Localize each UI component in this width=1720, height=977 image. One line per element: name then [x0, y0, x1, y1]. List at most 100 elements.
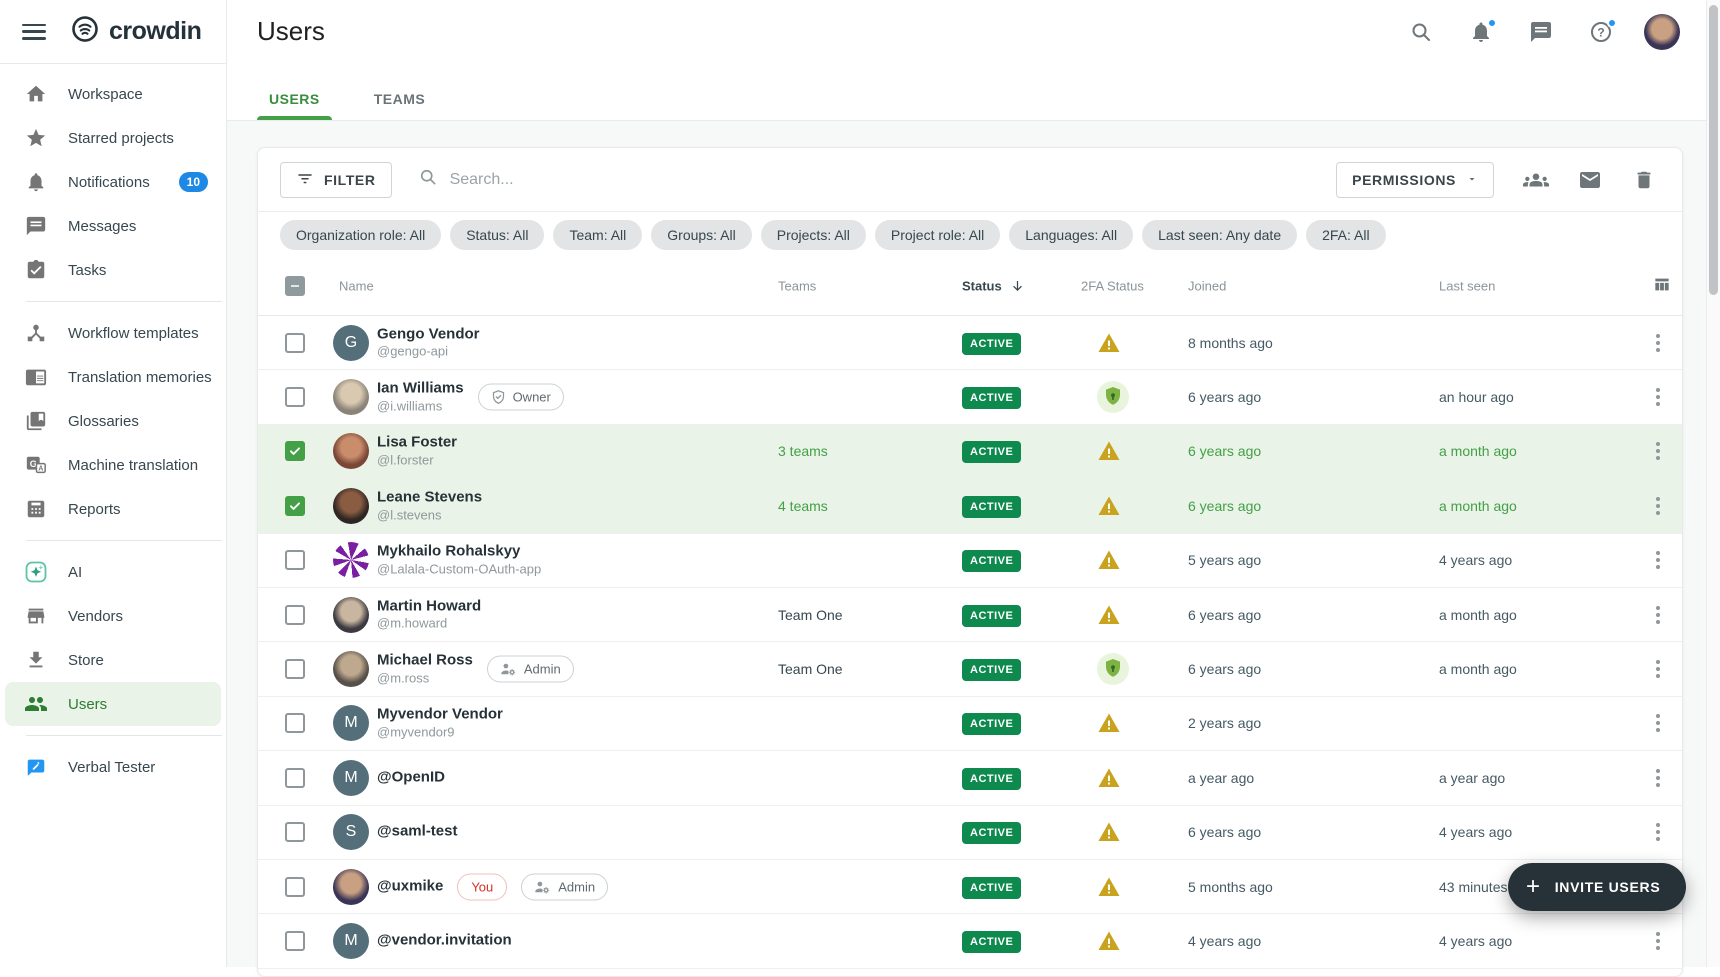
row-menu-icon[interactable] — [1652, 330, 1664, 356]
search-input[interactable] — [450, 171, 870, 189]
row-checkbox[interactable] — [285, 659, 305, 679]
column-header-2fa[interactable]: 2FA Status — [1081, 279, 1144, 294]
table-row[interactable]: Ian Williams@i.williamsOwnerACTIVE6 year… — [258, 370, 1682, 424]
user-name[interactable]: Michael Ross — [377, 652, 473, 671]
row-checkbox[interactable] — [285, 387, 305, 407]
filter-button[interactable]: FILTER — [280, 162, 392, 198]
help-icon[interactable]: ? — [1584, 15, 1618, 49]
messages-icon[interactable] — [1524, 15, 1558, 49]
sidebar-item-reports[interactable]: Reports — [0, 487, 226, 531]
row-menu-icon[interactable] — [1652, 493, 1664, 519]
table-row[interactable]: M@OpenIDACTIVEa year agoa year ago — [258, 751, 1682, 805]
sidebar-item-glossaries[interactable]: Glossaries — [0, 399, 226, 443]
user-name[interactable]: Mykhailo Rohalskyy — [377, 543, 541, 562]
row-checkbox[interactable] — [285, 550, 305, 570]
row-checkbox[interactable] — [285, 768, 305, 788]
user-name[interactable]: @vendor.invitation — [377, 932, 512, 951]
sidebar-item-starred-projects[interactable]: Starred projects — [0, 116, 226, 160]
table-row[interactable]: Mykhailo Rohalskyy@Lalala-Custom-OAuth-a… — [258, 534, 1682, 588]
row-menu-icon[interactable] — [1652, 765, 1664, 791]
table-row[interactable]: Leane Stevens@l.stevens4 teamsACTIVE6 ye… — [258, 479, 1682, 533]
table-row[interactable]: Lisa Foster@l.forster3 teamsACTIVE6 year… — [258, 425, 1682, 479]
scrollbar-thumb[interactable] — [1709, 5, 1718, 295]
select-all-checkbox[interactable] — [285, 276, 305, 296]
filter-chip-last-seen[interactable]: Last seen: Any date — [1142, 220, 1297, 250]
teams-link[interactable]: 3 teams — [778, 443, 828, 459]
column-header-teams[interactable]: Teams — [778, 279, 816, 294]
teams-link[interactable]: Team One — [778, 661, 843, 677]
user-name[interactable]: Gengo Vendor — [377, 325, 480, 344]
sidebar-item-store[interactable]: Store — [0, 638, 226, 682]
row-menu-icon[interactable] — [1652, 928, 1664, 954]
column-settings-icon[interactable] — [1652, 275, 1672, 298]
user-name[interactable]: Lisa Foster — [377, 434, 457, 453]
column-header-name[interactable]: Name — [339, 279, 374, 294]
filter-chip-2fa[interactable]: 2FA: All — [1306, 220, 1385, 250]
row-checkbox[interactable] — [285, 605, 305, 625]
search-icon[interactable] — [1404, 15, 1438, 49]
crowdin-logo[interactable]: crowdin — [70, 14, 201, 49]
user-name[interactable]: Martin Howard — [377, 597, 481, 616]
row-checkbox[interactable] — [285, 333, 305, 353]
filter-chip-project-role[interactable]: Project role: All — [875, 220, 1000, 250]
filter-chip-organization-role[interactable]: Organization role: All — [280, 220, 441, 250]
row-menu-icon[interactable] — [1652, 384, 1664, 410]
row-checkbox[interactable] — [285, 713, 305, 733]
row-menu-icon[interactable] — [1652, 602, 1664, 628]
user-name[interactable]: @saml-test — [377, 823, 458, 842]
sidebar-item-notifications[interactable]: Notifications10 — [0, 160, 226, 204]
delete-icon[interactable] — [1628, 164, 1660, 196]
sidebar-item-tasks[interactable]: Tasks — [0, 248, 226, 292]
filter-chip-languages[interactable]: Languages: All — [1009, 220, 1133, 250]
row-menu-icon[interactable] — [1652, 656, 1664, 682]
filter-chip-groups[interactable]: Groups: All — [651, 220, 751, 250]
row-checkbox[interactable] — [285, 931, 305, 951]
table-row[interactable]: Martin Howard@m.howardTeam OneACTIVE6 ye… — [258, 588, 1682, 642]
manage-teams-icon[interactable] — [1520, 164, 1552, 196]
tab-users[interactable]: USERS — [257, 91, 332, 120]
invite-users-button[interactable]: + INVITE USERS — [1508, 863, 1686, 911]
scrollbar-track[interactable] — [1706, 0, 1720, 967]
column-header-status[interactable]: Status — [962, 279, 1025, 294]
permissions-button[interactable]: PERMISSIONS — [1336, 162, 1494, 198]
row-checkbox[interactable] — [285, 496, 305, 516]
row-checkbox[interactable] — [285, 441, 305, 461]
row-checkbox[interactable] — [285, 877, 305, 897]
sidebar-item-users[interactable]: Users — [5, 682, 221, 726]
user-name[interactable]: Myvendor Vendor — [377, 706, 503, 725]
table-row[interactable]: Michael Ross@m.rossAdminTeam OneACTIVE6 … — [258, 642, 1682, 696]
column-header-joined[interactable]: Joined — [1188, 279, 1226, 294]
user-avatar[interactable] — [1644, 14, 1680, 50]
table-row[interactable]: @uxmikeYouAdminACTIVE5 months ago43 minu… — [258, 860, 1682, 914]
column-header-last-seen[interactable]: Last seen — [1439, 279, 1495, 294]
notifications-bell-icon[interactable] — [1464, 15, 1498, 49]
sidebar-item-workspace[interactable]: Workspace — [0, 72, 226, 116]
user-name[interactable]: Ian Williams — [377, 380, 464, 399]
teams-link[interactable]: Team One — [778, 607, 843, 623]
row-checkbox[interactable] — [285, 822, 305, 842]
sidebar-item-vendors[interactable]: Vendors — [0, 594, 226, 638]
sidebar-item-messages[interactable]: Messages — [0, 204, 226, 248]
sidebar-item-workflow-templates[interactable]: Workflow templates — [0, 311, 226, 355]
sidebar-item-translation-memories[interactable]: Translation memories — [0, 355, 226, 399]
user-name[interactable]: @OpenID — [377, 768, 445, 787]
filter-chip-team[interactable]: Team: All — [553, 220, 642, 250]
sidebar-item-machine-translation[interactable]: GAMachine translation — [0, 443, 226, 487]
table-row[interactable]: GGengo Vendor@gengo-apiACTIVE8 months ag… — [258, 316, 1682, 370]
email-icon[interactable] — [1574, 164, 1606, 196]
row-menu-icon[interactable] — [1652, 438, 1664, 464]
sidebar-item-ai[interactable]: AI — [0, 550, 226, 594]
filter-chip-projects[interactable]: Projects: All — [761, 220, 866, 250]
teams-link[interactable]: 4 teams — [778, 498, 828, 514]
row-menu-icon[interactable] — [1652, 819, 1664, 845]
filter-chip-status[interactable]: Status: All — [450, 220, 544, 250]
user-name[interactable]: @uxmike — [377, 877, 443, 896]
table-row[interactable]: S@saml-testACTIVE6 years ago4 years ago — [258, 806, 1682, 860]
tab-teams[interactable]: TEAMS — [362, 91, 438, 120]
table-row[interactable]: MMyvendor Vendor@myvendor9ACTIVE2 years … — [258, 697, 1682, 751]
user-name[interactable]: Leane Stevens — [377, 488, 482, 507]
row-menu-icon[interactable] — [1652, 710, 1664, 736]
hamburger-menu-icon[interactable] — [22, 24, 46, 40]
table-row[interactable]: M@vendor.invitationACTIVE4 years ago4 ye… — [258, 914, 1682, 968]
row-menu-icon[interactable] — [1652, 547, 1664, 573]
